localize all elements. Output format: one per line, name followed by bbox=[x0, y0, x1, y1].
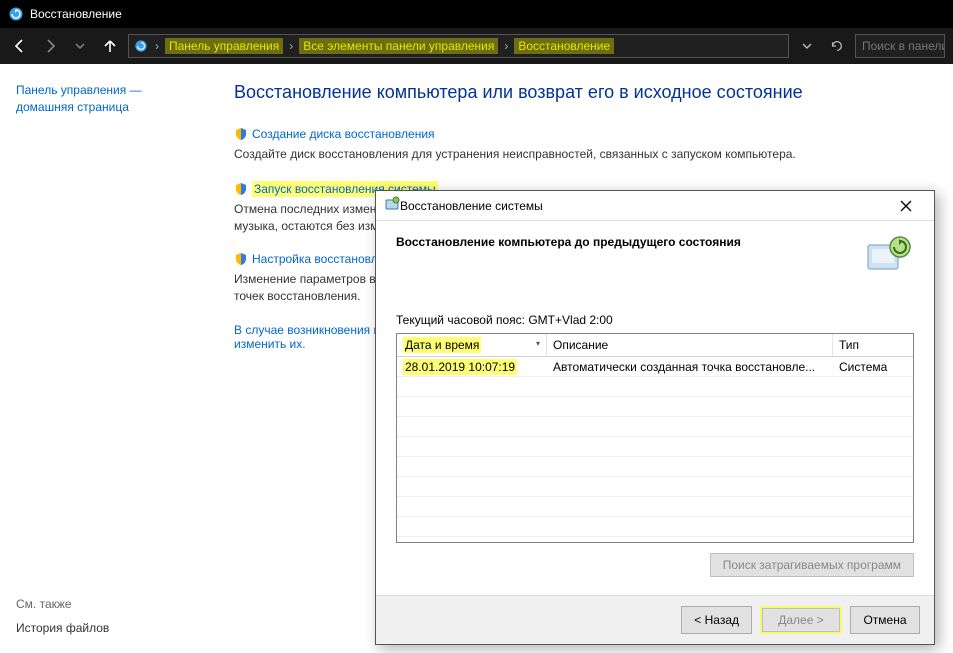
table-row[interactable] bbox=[397, 497, 913, 517]
table-header: Дата и время ▾ Описание Тип bbox=[397, 334, 913, 357]
column-header-type[interactable]: Тип bbox=[833, 334, 913, 356]
configure-restore-link[interactable]: Настройка восстановлен bbox=[234, 252, 391, 266]
create-recovery-disk-link[interactable]: Создание диска восстановления bbox=[234, 127, 435, 141]
close-button[interactable] bbox=[886, 192, 926, 220]
table-row[interactable] bbox=[397, 437, 913, 457]
table-row[interactable] bbox=[397, 517, 913, 537]
chevron-right-icon: › bbox=[287, 39, 295, 53]
next-button-highlight: Далее > bbox=[760, 606, 842, 634]
shield-icon bbox=[234, 182, 248, 196]
timezone-label: Текущий часовой пояс: GMT+Vlad 2:00 bbox=[396, 313, 914, 327]
sidebar-home-link[interactable]: Панель управления — домашняя страница bbox=[16, 82, 193, 116]
sidebar: Панель управления — домашняя страница См… bbox=[0, 64, 210, 653]
action-create-recovery-disk: Создание диска восстановления Создайте д… bbox=[234, 127, 929, 163]
table-row[interactable] bbox=[397, 457, 913, 477]
breadcrumb-item[interactable]: Все элементы панели управления bbox=[299, 38, 498, 54]
chevron-right-icon: › bbox=[502, 39, 510, 53]
breadcrumb-item[interactable]: Восстановление bbox=[514, 38, 614, 54]
shield-icon bbox=[234, 252, 248, 266]
back-button[interactable]: < Назад bbox=[681, 606, 752, 634]
recovery-icon bbox=[133, 38, 149, 54]
page-title: Восстановление компьютера или возврат ег… bbox=[234, 82, 929, 103]
nav-up-icon[interactable] bbox=[98, 34, 122, 58]
sort-desc-icon: ▾ bbox=[536, 339, 540, 348]
table-row[interactable] bbox=[397, 377, 913, 397]
cell-datetime: 28.01.2019 10:07:19 bbox=[403, 359, 517, 375]
dialog-heading: Восстановление компьютера до предыдущего… bbox=[396, 235, 741, 249]
see-also-label: См. также bbox=[16, 597, 109, 611]
system-restore-dialog: Восстановление системы Восстановление ко… bbox=[375, 190, 935, 645]
nav-recent-dropdown-icon[interactable] bbox=[68, 34, 92, 58]
cell-type: Система bbox=[833, 358, 913, 376]
file-history-link[interactable]: История файлов bbox=[16, 621, 109, 635]
window-title: Восстановление bbox=[30, 7, 122, 21]
table-row[interactable] bbox=[397, 417, 913, 437]
chevron-right-icon: › bbox=[153, 39, 161, 53]
cancel-button[interactable]: Отмена bbox=[850, 606, 920, 634]
column-header-description[interactable]: Описание bbox=[547, 334, 833, 356]
search-placeholder: Поиск в панели bbox=[862, 39, 945, 53]
breadcrumb-item[interactable]: Панель управления bbox=[165, 38, 283, 54]
table-row[interactable] bbox=[397, 477, 913, 497]
dialog-heading-row: Восстановление компьютера до предыдущего… bbox=[396, 235, 914, 277]
refresh-icon[interactable] bbox=[825, 34, 849, 58]
breadcrumb-dropdown-icon[interactable] bbox=[795, 34, 819, 58]
restore-points-table: Дата и время ▾ Описание Тип 28.01.2019 1… bbox=[396, 333, 914, 543]
table-row[interactable]: 28.01.2019 10:07:19 Автоматически создан… bbox=[397, 357, 913, 377]
dialog-footer: < Назад Далее > Отмена bbox=[376, 595, 934, 644]
dialog-title: Восстановление системы bbox=[400, 199, 543, 213]
table-row[interactable] bbox=[397, 397, 913, 417]
see-also-section: См. также История файлов bbox=[16, 597, 109, 635]
action-link-label: Создание диска восстановления bbox=[252, 127, 435, 141]
action-link-label: Настройка восстановлен bbox=[252, 252, 391, 266]
breadcrumb[interactable]: › Панель управления › Все элементы панел… bbox=[128, 34, 789, 58]
table-body: 28.01.2019 10:07:19 Автоматически создан… bbox=[397, 357, 913, 537]
cell-description: Автоматически созданная точка восстановл… bbox=[547, 358, 833, 376]
window-titlebar: Восстановление bbox=[0, 0, 953, 28]
nav-back-icon[interactable] bbox=[8, 34, 32, 58]
restore-icon bbox=[384, 196, 400, 215]
affected-programs-row: Поиск затрагиваемых программ bbox=[396, 553, 914, 577]
navigation-bar: › Панель управления › Все элементы панел… bbox=[0, 28, 953, 64]
search-input[interactable]: Поиск в панели bbox=[855, 34, 945, 58]
hint-link[interactable]: В случае возникновения н bbox=[234, 323, 380, 337]
restore-large-icon bbox=[866, 235, 914, 277]
scan-affected-programs-button[interactable]: Поиск затрагиваемых программ bbox=[710, 553, 914, 577]
dialog-titlebar: Восстановление системы bbox=[376, 191, 934, 221]
nav-forward-icon[interactable] bbox=[38, 34, 62, 58]
column-header-datetime[interactable]: Дата и время ▾ bbox=[397, 334, 547, 356]
dialog-body: Восстановление компьютера до предыдущего… bbox=[376, 221, 934, 595]
recovery-icon bbox=[8, 6, 24, 22]
shield-icon bbox=[234, 127, 248, 141]
action-description: Создайте диск восстановления для устране… bbox=[234, 146, 929, 163]
next-button[interactable]: Далее > bbox=[762, 608, 840, 632]
